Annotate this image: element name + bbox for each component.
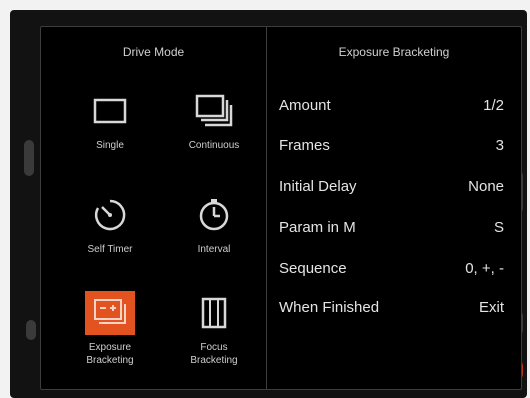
mode-self-timer[interactable]: Self Timer	[65, 193, 155, 256]
setting-name: Sequence	[279, 260, 347, 277]
setting-amount[interactable]: Amount 1/2	[279, 97, 504, 117]
setting-value: 0, +, -	[465, 260, 504, 277]
setting-initial-delay[interactable]: Initial Delay None	[279, 178, 504, 198]
setting-value: 3	[495, 137, 504, 154]
setting-name: Amount	[279, 97, 331, 114]
mode-label-line1: Focus	[200, 342, 228, 353]
drive-mode-title: Drive Mode	[122, 45, 185, 59]
setting-name: Initial Delay	[279, 178, 357, 195]
self-timer-icon	[85, 193, 135, 237]
focus-bracketing-icon	[189, 291, 239, 335]
setting-name: Param in M	[279, 219, 356, 236]
drive-mode-panel: Drive Mode Exposure Bracketing Single Co…	[40, 26, 522, 390]
setting-value: 1/2	[483, 97, 504, 114]
background-control-left	[24, 140, 34, 176]
setting-value: S	[493, 219, 504, 236]
mode-label-line2: Bracketing	[86, 355, 134, 366]
mode-focus-bracketing[interactable]: Focus Bracketing	[169, 291, 259, 367]
mode-label: Continuous	[188, 140, 240, 151]
exposure-bracketing-title: Exposure Bracketing	[338, 45, 450, 59]
mode-single[interactable]: Single	[65, 89, 155, 152]
mode-label: Self Timer	[87, 244, 133, 255]
setting-param-in-m[interactable]: Param in M S	[279, 219, 504, 239]
setting-sequence[interactable]: Sequence 0, +, -	[279, 260, 504, 280]
mode-interval[interactable]: Interval	[169, 193, 259, 256]
interval-icon	[189, 193, 239, 237]
setting-name: When Finished	[279, 299, 380, 316]
setting-when-finished[interactable]: When Finished Exit	[279, 299, 504, 319]
background-tab-left	[26, 320, 36, 340]
setting-frames[interactable]: Frames 3	[279, 137, 504, 157]
exposure-bracketing-icon	[85, 291, 135, 335]
mode-continuous[interactable]: Continuous	[169, 89, 259, 152]
setting-name: Frames	[279, 137, 330, 154]
single-frame-icon	[85, 89, 135, 133]
mode-label: Interval	[197, 244, 231, 255]
mode-label: Single	[96, 140, 124, 151]
setting-value: None	[468, 178, 504, 195]
mode-label-line2: Bracketing	[190, 355, 238, 366]
continuous-icon	[189, 89, 239, 133]
setting-value: Exit	[478, 299, 504, 316]
mode-label-line1: Exposure	[88, 342, 132, 353]
camera-screen: Drive Mode Exposure Bracketing Single Co…	[10, 10, 527, 398]
panel-divider	[266, 27, 267, 389]
mode-exposure-bracketing[interactable]: Exposure Bracketing	[65, 291, 155, 367]
